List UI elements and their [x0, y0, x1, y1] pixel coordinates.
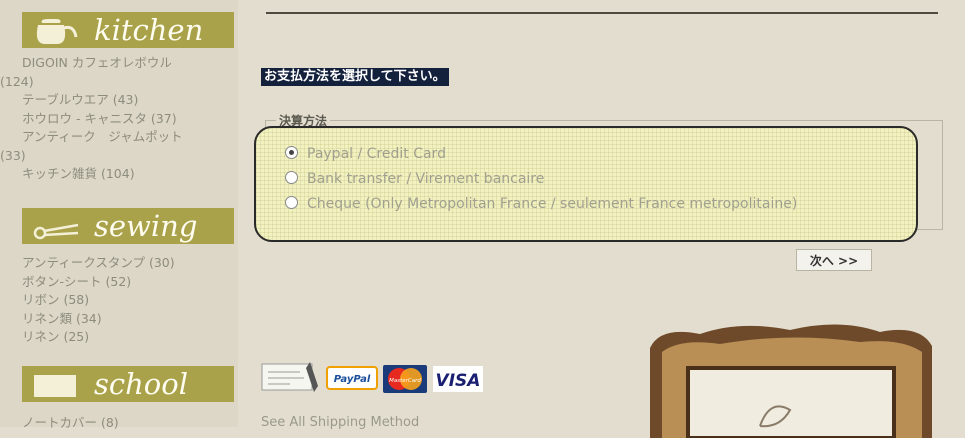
sidebar-item-jampot[interactable]: アンティーク ジャムポット (33) [0, 128, 183, 165]
sidebar-item-buttons[interactable]: ボタン-シート (52) [22, 273, 175, 292]
scissors-icon [33, 223, 79, 240]
sidebar-item-stamps[interactable]: アンティークスタンプ (30) [22, 254, 175, 273]
kettle-icon [36, 19, 78, 44]
visa-text: VISA [436, 371, 481, 391]
mastercard-text: MasterCard [389, 378, 421, 384]
sidebar-item-ribbon[interactable]: リボン (58) [22, 291, 175, 310]
visa-logo: VISA [433, 366, 483, 392]
shipping-methods-link[interactable]: See All Shipping Method [261, 415, 419, 430]
sidebar: kitchen DIGOIN カフェオレボウル (124) テーブルウエア (43… [0, 0, 238, 430]
ornate-frame-image [650, 324, 932, 438]
radio-paypal[interactable] [285, 146, 298, 159]
sidebar-item-notebook-cover[interactable]: ノートカバー (8) [22, 414, 119, 433]
page-title: お支払方法を選択して下さい。 [261, 68, 449, 86]
payment-option-paypal[interactable]: Paypal / Credit Card [285, 143, 446, 165]
paypal-text: PayPal [334, 374, 371, 385]
category-header-school[interactable]: school [22, 366, 234, 402]
category-title-school: school [94, 367, 188, 401]
kitchen-list: DIGOIN カフェオレボウル (124) テーブルウエア (43) ホウロウ -… [0, 54, 183, 184]
category-title-kitchen: kitchen [94, 13, 204, 47]
payment-option-bank-transfer[interactable]: Bank transfer / Virement bancaire [285, 168, 544, 190]
category-header-sewing[interactable]: sewing [22, 208, 234, 244]
next-button[interactable]: 次へ >> [796, 249, 872, 271]
sewing-list: アンティークスタンプ (30) ボタン-シート (52) リボン (58) リネ… [22, 254, 175, 347]
mastercard-logo: MasterCard [383, 365, 427, 393]
sidebar-item-tableware[interactable]: テーブルウエア (43) [22, 91, 183, 110]
sidebar-item-enamel[interactable]: ホウロウ - キャニスタ (37) [22, 110, 183, 129]
main-content: お支払方法を選択して下さい。 決算方法 Paypal / Credit Card… [238, 0, 965, 438]
paypal-logo: PayPal [326, 366, 378, 390]
category-title-sewing: sewing [94, 209, 198, 243]
radio-bank-transfer[interactable] [285, 171, 298, 184]
notebook-icon [34, 375, 76, 397]
category-header-kitchen[interactable]: kitchen [22, 12, 234, 48]
sidebar-item-kitchen-goods[interactable]: キッチン雑貨 (104) [22, 165, 183, 184]
payment-option-cheque[interactable]: Cheque (Only Metropolitan France / seule… [285, 193, 797, 215]
top-divider [266, 0, 938, 14]
sidebar-item-linen-goods[interactable]: リネン類 (34) [22, 310, 175, 329]
radio-cheque[interactable] [285, 196, 298, 209]
sidebar-item-digoin[interactable]: DIGOIN カフェオレボウル (124) [0, 54, 183, 91]
school-list: ノートカバー (8) [22, 414, 119, 433]
cheque-logo [261, 362, 318, 392]
sidebar-item-linen[interactable]: リネン (25) [22, 328, 175, 347]
